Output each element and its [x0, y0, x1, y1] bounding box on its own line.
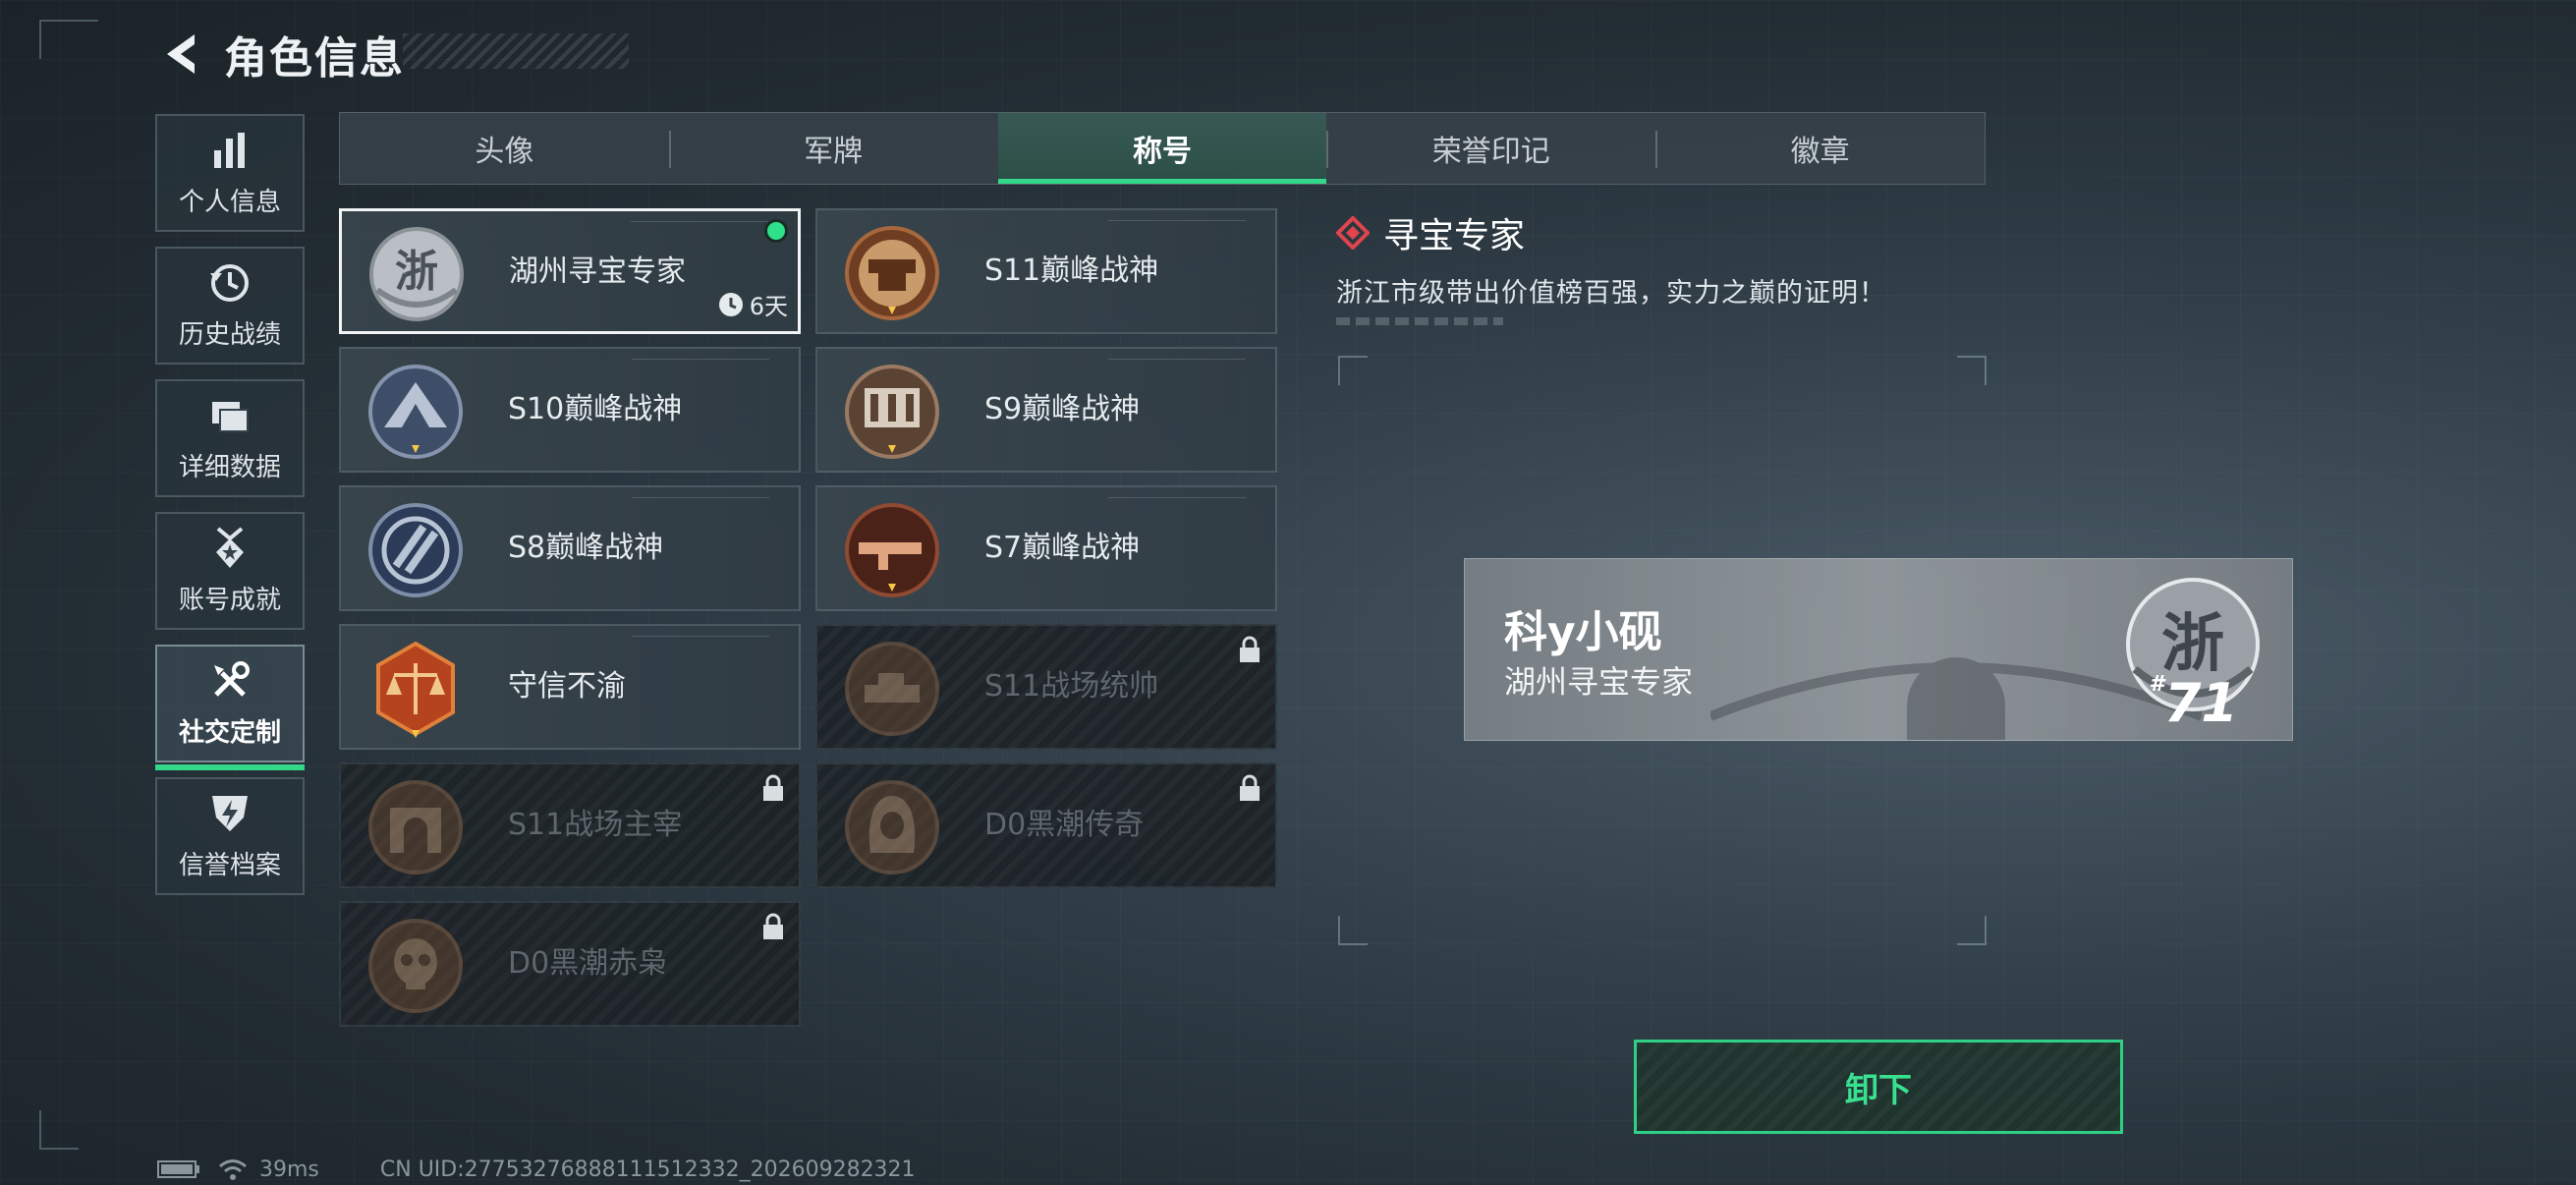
tab-title[interactable]: 称号	[997, 113, 1327, 184]
title-card[interactable]: D0黑潮赤枭	[339, 901, 801, 1027]
timer-text: 6天	[749, 293, 788, 320]
sidebar-item-label: 账号成就	[178, 585, 281, 615]
equipped-indicator	[764, 219, 788, 243]
detail-title: 寻宝专家	[1336, 208, 1985, 257]
tools-icon	[214, 660, 250, 697]
title-card[interactable]: D0黑潮传奇	[815, 762, 1277, 888]
sidebar-item-label: 信誉档案	[178, 850, 281, 880]
sidebar-item-label: 个人信息	[178, 187, 281, 217]
title-card[interactable]: S7巅峰战神	[815, 485, 1277, 611]
title-decoration	[403, 33, 629, 69]
tank-emblem-icon	[839, 636, 945, 742]
title-name: S8巅峰战神	[508, 531, 664, 565]
sidebar-item-history[interactable]: 历史战绩	[155, 247, 305, 365]
title-name: S10巅峰战神	[508, 392, 683, 426]
sidebar-item-label: 社交定制	[178, 717, 281, 748]
frame-corner	[39, 20, 98, 59]
rank-prefix: #	[2149, 672, 2164, 697]
title-card[interactable]: 守信不渝	[339, 624, 801, 750]
svg-text:浙: 浙	[2161, 607, 2224, 681]
page-title: 角色信息	[224, 33, 405, 84]
title-name: S11战场主宰	[508, 808, 683, 842]
scales-emblem-icon	[363, 636, 469, 742]
page-header: 角色信息	[157, 22, 405, 86]
history-icon	[210, 263, 249, 302]
bar-chart-icon	[214, 132, 245, 168]
sidebar: 个人信息 历史战绩 详细数据 账号成就 社交定制 信誉档案	[155, 114, 305, 910]
player-name: 科y小砚	[1504, 607, 1662, 657]
tab-dogtag[interactable]: 军牌	[668, 113, 998, 184]
title-name: S11战场统帅	[984, 669, 1159, 704]
diamond-icon	[1336, 216, 1370, 250]
frame-corner	[1957, 916, 1987, 945]
clock-icon	[718, 292, 743, 316]
title-card[interactable]: S10巅峰战神	[339, 347, 801, 473]
detail-divider	[1336, 317, 1503, 325]
nameplate-preview: 科y小砚 湖州寻宝专家 浙 #71	[1464, 558, 2293, 741]
hood-emblem-icon	[839, 774, 945, 880]
sidebar-item-social[interactable]: 社交定制	[155, 645, 305, 770]
lock-icon	[763, 774, 783, 801]
bridge-emblem-icon	[363, 359, 469, 465]
title-card[interactable]: 浙 湖州寻宝专家 6天	[339, 208, 801, 334]
anvil-emblem-icon	[839, 220, 945, 326]
frame-corner	[1338, 916, 1368, 945]
frame-corner	[1338, 356, 1368, 385]
sidebar-item-label: 详细数据	[178, 452, 281, 482]
zhe-emblem-icon: 浙	[364, 221, 470, 327]
detail-description: 浙江市级带出价值榜百强，实力之巅的证明！	[1336, 278, 1886, 309]
lock-icon	[1240, 636, 1260, 662]
frame-corner	[1957, 356, 1987, 385]
battery-icon	[157, 1160, 199, 1178]
sidebar-item-label: 历史战绩	[178, 319, 281, 350]
stripes-emblem-icon	[363, 497, 469, 603]
title-card[interactable]: S9巅峰战神	[815, 347, 1277, 473]
rank-value: 71	[2163, 672, 2238, 734]
frame-corner	[39, 1110, 79, 1150]
folder-icon	[212, 401, 249, 432]
expiry-timer: 6天	[718, 287, 788, 321]
shield-bolt-icon	[212, 795, 248, 831]
title-name: 湖州寻宝专家	[509, 254, 686, 289]
sidebar-item-personal-info[interactable]: 个人信息	[155, 114, 305, 232]
dam-emblem-icon	[839, 359, 945, 465]
sidebar-item-achievements[interactable]: 账号成就	[155, 512, 305, 630]
unequip-button[interactable]: 卸下	[1634, 1040, 2123, 1134]
detail-title-text: 寻宝专家	[1383, 216, 1526, 256]
back-button[interactable]	[157, 25, 204, 84]
title-name: S7巅峰战神	[984, 531, 1141, 565]
tab-badge[interactable]: 徽章	[1655, 113, 1985, 184]
title-name: S11巅峰战神	[984, 254, 1159, 288]
sidebar-item-details[interactable]: 详细数据	[155, 379, 305, 497]
tab-bar: 头像 军牌 称号 荣誉印记 徽章	[339, 112, 1986, 185]
title-detail-panel: 寻宝专家 浙江市级带出价值榜百强，实力之巅的证明！	[1336, 208, 1985, 325]
player-title: 湖州寻宝专家	[1504, 663, 1694, 701]
back-arrow-icon	[167, 34, 195, 74]
skull-emblem-icon	[363, 913, 469, 1019]
title-card[interactable]: S11战场统帅	[815, 624, 1277, 750]
sidebar-item-reputation[interactable]: 信誉档案	[155, 777, 305, 895]
svg-text:浙: 浙	[395, 247, 438, 297]
card-decoration	[632, 636, 769, 648]
tab-avatar[interactable]: 头像	[340, 113, 669, 184]
rank-number: #71	[2150, 672, 2238, 734]
title-name: D0黑潮传奇	[984, 808, 1145, 842]
tab-honor-mark[interactable]: 荣誉印记	[1326, 113, 1655, 184]
wifi-icon	[219, 1159, 247, 1180]
uid-text: CN UID:2775327688811151​2332_20260928232…	[379, 1157, 916, 1182]
title-name: S9巅峰战神	[984, 392, 1141, 426]
gun-emblem-icon	[839, 497, 945, 603]
lock-icon	[1240, 774, 1260, 801]
lock-icon	[763, 913, 783, 939]
title-card[interactable]: S8巅峰战神	[339, 485, 801, 611]
title-card[interactable]: S11战场主宰	[339, 762, 801, 888]
title-card[interactable]: S11巅峰战神	[815, 208, 1277, 334]
medal-icon	[216, 526, 244, 568]
title-name: D0黑潮赤枭	[508, 946, 668, 981]
status-bar: 39ms CN UID:2775327688811151​2332_202609…	[157, 1156, 916, 1183]
ping-text: 39ms	[259, 1157, 319, 1182]
arch-emblem-icon	[363, 774, 469, 880]
title-name: 守信不渝	[508, 669, 626, 704]
